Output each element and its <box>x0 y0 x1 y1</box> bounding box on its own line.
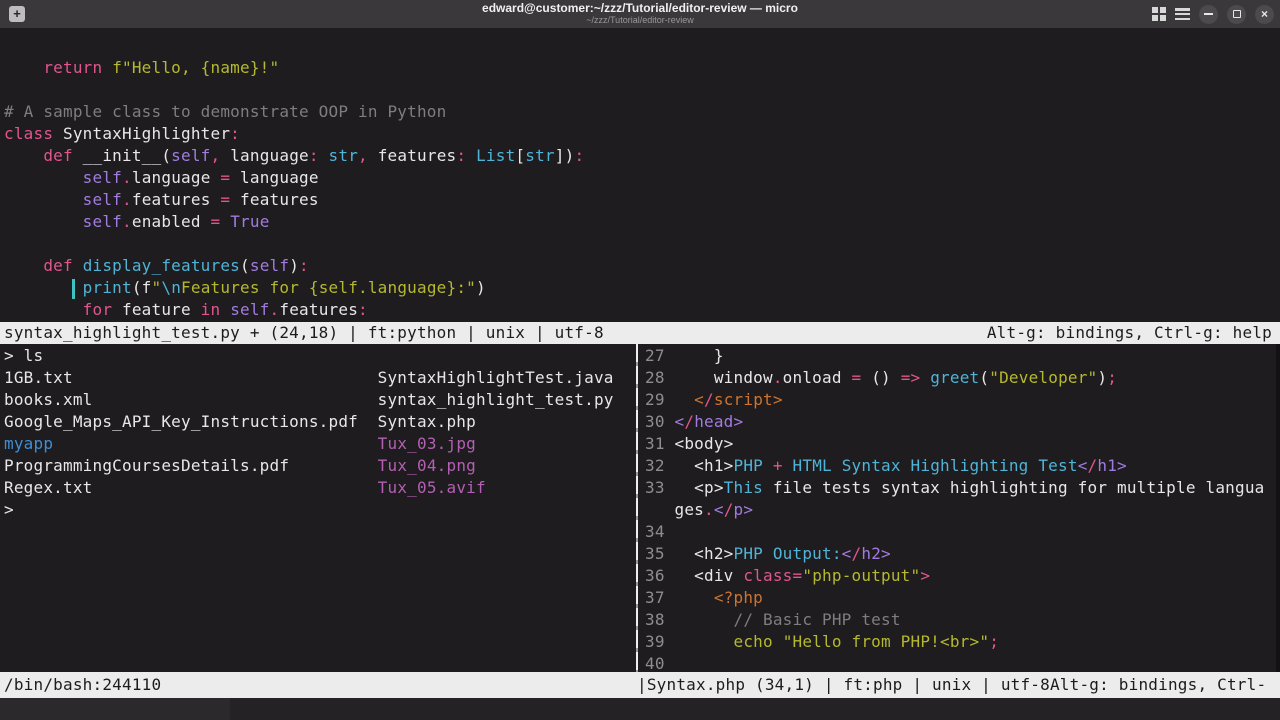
line-number: 27 <box>645 346 675 365</box>
line-number: 34 <box>645 522 675 541</box>
maximize-button[interactable] <box>1227 5 1246 24</box>
bottom-strip <box>0 698 1280 720</box>
code-line: Regex.txt Tux_05.avif <box>4 477 636 499</box>
code-line: # A sample class to demonstrate OOP in P… <box>4 101 1280 123</box>
minimize-button[interactable] <box>1199 5 1218 24</box>
line-number: 28 <box>645 368 675 387</box>
menu-icon[interactable] <box>1175 8 1190 20</box>
titlebar-text: edward@customer:~/zzz/Tutorial/editor-re… <box>200 2 1080 26</box>
line-number: 38 <box>645 610 675 629</box>
code-line: 28 window.onload = () => greet("Develope… <box>645 367 1276 389</box>
close-icon: × <box>1261 8 1268 20</box>
bottom-strip-segment <box>0 698 230 720</box>
code-line: 29 </script> <box>645 389 1276 411</box>
bottom-statusbar: /bin/bash:244110 |Syntax.php (34,1) | ft… <box>0 672 1280 698</box>
line-number: 40 <box>645 654 675 672</box>
python-statusbar: syntax_highlight_test.py + (24,18) | ft:… <box>0 322 1280 344</box>
code-line: 34 <box>645 521 1276 543</box>
line-number: 32 <box>645 456 675 475</box>
code-line: > ls <box>4 345 636 367</box>
code-line: > <box>4 499 636 521</box>
code-line: def display_features(self): <box>4 255 1280 277</box>
shell-statusline: /bin/bash:244110 <box>4 672 161 697</box>
code-line: print(f"\nFeatures for {self.language}:"… <box>4 277 1280 299</box>
statusline-help: Alt-g: bindings, Ctrl-g: help <box>987 322 1272 344</box>
code-line: return f"Hello, {name}!" <box>4 57 1280 79</box>
text-cursor <box>72 279 75 299</box>
code-line: 36 <div class="php-output"> <box>645 565 1276 587</box>
terminal-pane[interactable]: > ls1GB.txt SyntaxHighlightTest.javabook… <box>0 344 636 672</box>
code-line: 38 // Basic PHP test <box>645 609 1276 631</box>
code-line: Google_Maps_API_Key_Instructions.pdf Syn… <box>4 411 636 433</box>
code-line: 33 <p>This file tests syntax highlightin… <box>645 477 1276 499</box>
code-line: 31 <body> <box>645 433 1276 455</box>
code-line: myapp Tux_03.jpg <box>4 433 636 455</box>
minimize-icon <box>1204 13 1213 15</box>
python-editor-pane[interactable]: return f"Hello, {name}!" # A sample class… <box>0 28 1280 322</box>
new-tab-icon[interactable]: + <box>9 6 25 22</box>
maximize-icon <box>1233 10 1241 18</box>
line-number: 35 <box>645 544 675 563</box>
code-line: self.language = language <box>4 167 1280 189</box>
line-number: 39 <box>645 632 675 651</box>
code-line: 37 <?php <box>645 587 1276 609</box>
code-line: 39 echo "Hello from PHP!<br>"; <box>645 631 1276 653</box>
code-line: for feature in self.features: <box>4 299 1280 321</box>
line-number: 31 <box>645 434 675 453</box>
line-number: 36 <box>645 566 675 585</box>
line-number: 29 <box>645 390 675 409</box>
line-number: 33 <box>645 478 675 497</box>
window-subtitle: ~/zzz/Tutorial/editor-review <box>200 15 1080 26</box>
window-right-edge <box>1276 344 1280 672</box>
code-line: self.features = features <box>4 189 1280 211</box>
code-line: 35 <h2>PHP Output:</h2> <box>645 543 1276 565</box>
code-line <box>4 79 1280 101</box>
code-line: 1GB.txt SyntaxHighlightTest.java <box>4 367 636 389</box>
titlebar: + edward@customer:~/zzz/Tutorial/editor-… <box>0 0 1280 28</box>
code-line: 27 } <box>645 345 1276 367</box>
code-line: class SyntaxHighlighter: <box>4 123 1280 145</box>
line-number: 37 <box>645 588 675 607</box>
line-number: 30 <box>645 412 675 431</box>
php-statusline: |Syntax.php (34,1) | ft:php | unix | utf… <box>637 672 1266 697</box>
code-line: self.enabled = True <box>4 211 1280 233</box>
statusline-file-info: syntax_highlight_test.py + (24,18) | ft:… <box>4 322 604 344</box>
window-controls: × <box>1152 0 1274 28</box>
window-title: edward@customer:~/zzz/Tutorial/editor-re… <box>200 2 1080 15</box>
code-line <box>4 233 1280 255</box>
code-line: ges.</p> <box>645 499 1276 521</box>
code-line: ProgrammingCoursesDetails.pdf Tux_04.png <box>4 455 636 477</box>
code-line: 32 <h1>PHP + HTML Syntax Highlighting Te… <box>645 455 1276 477</box>
php-editor-pane[interactable]: 27 }28 window.onload = () => greet("Deve… <box>640 344 1276 672</box>
close-button[interactable]: × <box>1255 5 1274 24</box>
grid-view-icon[interactable] <box>1152 7 1166 21</box>
code-line: 30 </head> <box>645 411 1276 433</box>
code-line: books.xml syntax_highlight_test.py <box>4 389 636 411</box>
pane-divider[interactable] <box>636 344 638 672</box>
line-number <box>645 500 675 519</box>
code-line: 40 <box>645 653 1276 672</box>
code-line: def __init__(self, language: str, featur… <box>4 145 1280 167</box>
